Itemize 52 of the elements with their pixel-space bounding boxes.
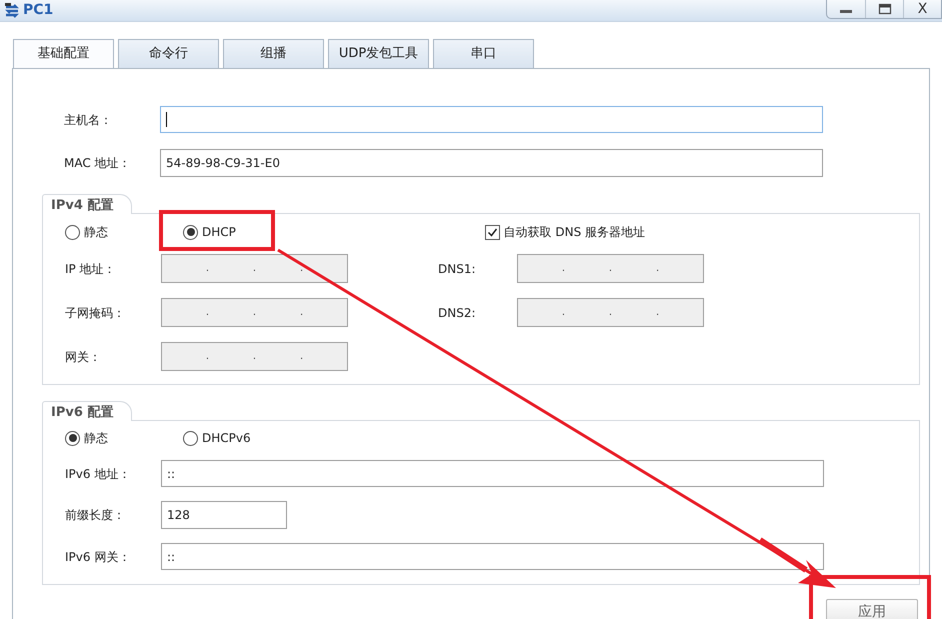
field-label: MAC 地址： bbox=[63, 155, 132, 172]
dot-separator: . bbox=[206, 262, 210, 276]
dot-separator: . bbox=[300, 350, 304, 364]
group-title: IPv6 配置 bbox=[42, 401, 132, 421]
dot-separator: . bbox=[656, 262, 660, 276]
dot-separator: . bbox=[206, 350, 210, 364]
dot-separator: . bbox=[252, 306, 256, 320]
field-label: 子网掩码： bbox=[64, 304, 126, 322]
tab[interactable]: 组播 bbox=[223, 39, 324, 68]
tab[interactable]: UDP发包工具 bbox=[328, 39, 429, 68]
radio-label: 静态 bbox=[84, 224, 108, 241]
dot-separator: . bbox=[562, 306, 566, 320]
app-icon bbox=[4, 2, 20, 18]
dot-separator: . bbox=[608, 262, 612, 276]
field-label: 主机名： bbox=[63, 112, 113, 128]
checkbox[interactable] bbox=[484, 224, 500, 240]
dot-separator: . bbox=[206, 306, 210, 320]
mac-field[interactable]: 54-89-98-C9-31-E0 bbox=[160, 149, 823, 177]
radio-button[interactable] bbox=[65, 430, 80, 446]
text-field[interactable]: :: bbox=[161, 460, 824, 487]
maximize-icon bbox=[878, 3, 892, 15]
field-label: IPv6 地址： bbox=[64, 466, 132, 482]
tab[interactable]: 串口 bbox=[433, 39, 534, 68]
radio-button[interactable] bbox=[183, 224, 198, 240]
dot-separator: . bbox=[608, 306, 612, 320]
checkbox-label: 自动获取 DNS 服务器地址 bbox=[504, 224, 645, 241]
text-field[interactable]: 128 bbox=[161, 501, 287, 529]
radio-label: DHCP bbox=[202, 224, 236, 241]
text-cursor bbox=[166, 112, 167, 127]
dot-separator: . bbox=[300, 262, 304, 276]
radio-button[interactable] bbox=[65, 224, 80, 240]
field-label: 前缀长度： bbox=[64, 507, 126, 524]
tab[interactable]: 基础配置 bbox=[13, 39, 114, 68]
radio-label: DHCPv6 bbox=[202, 430, 251, 447]
dot-separator: . bbox=[252, 262, 256, 276]
dot-separator: . bbox=[252, 350, 256, 364]
field-label: IP 地址： bbox=[64, 260, 117, 278]
dot-separator: . bbox=[562, 262, 566, 276]
field-label: 网关： bbox=[64, 348, 102, 366]
radio-button[interactable] bbox=[183, 430, 198, 446]
tab[interactable]: 命令行 bbox=[118, 39, 219, 68]
hostname-field[interactable] bbox=[160, 106, 823, 133]
field-label: IPv6 网关： bbox=[64, 548, 132, 566]
field-label: DNS1: bbox=[438, 260, 477, 278]
window-title: PC1 bbox=[23, 1, 54, 20]
field-label: DNS2: bbox=[438, 304, 477, 322]
group-title: IPv4 配置 bbox=[42, 194, 132, 214]
dot-separator: . bbox=[656, 306, 660, 320]
apply-button[interactable]: 应用 bbox=[826, 599, 918, 619]
radio-label: 静态 bbox=[84, 430, 108, 447]
dot-separator: . bbox=[300, 306, 304, 320]
text-field[interactable]: :: bbox=[161, 543, 824, 570]
